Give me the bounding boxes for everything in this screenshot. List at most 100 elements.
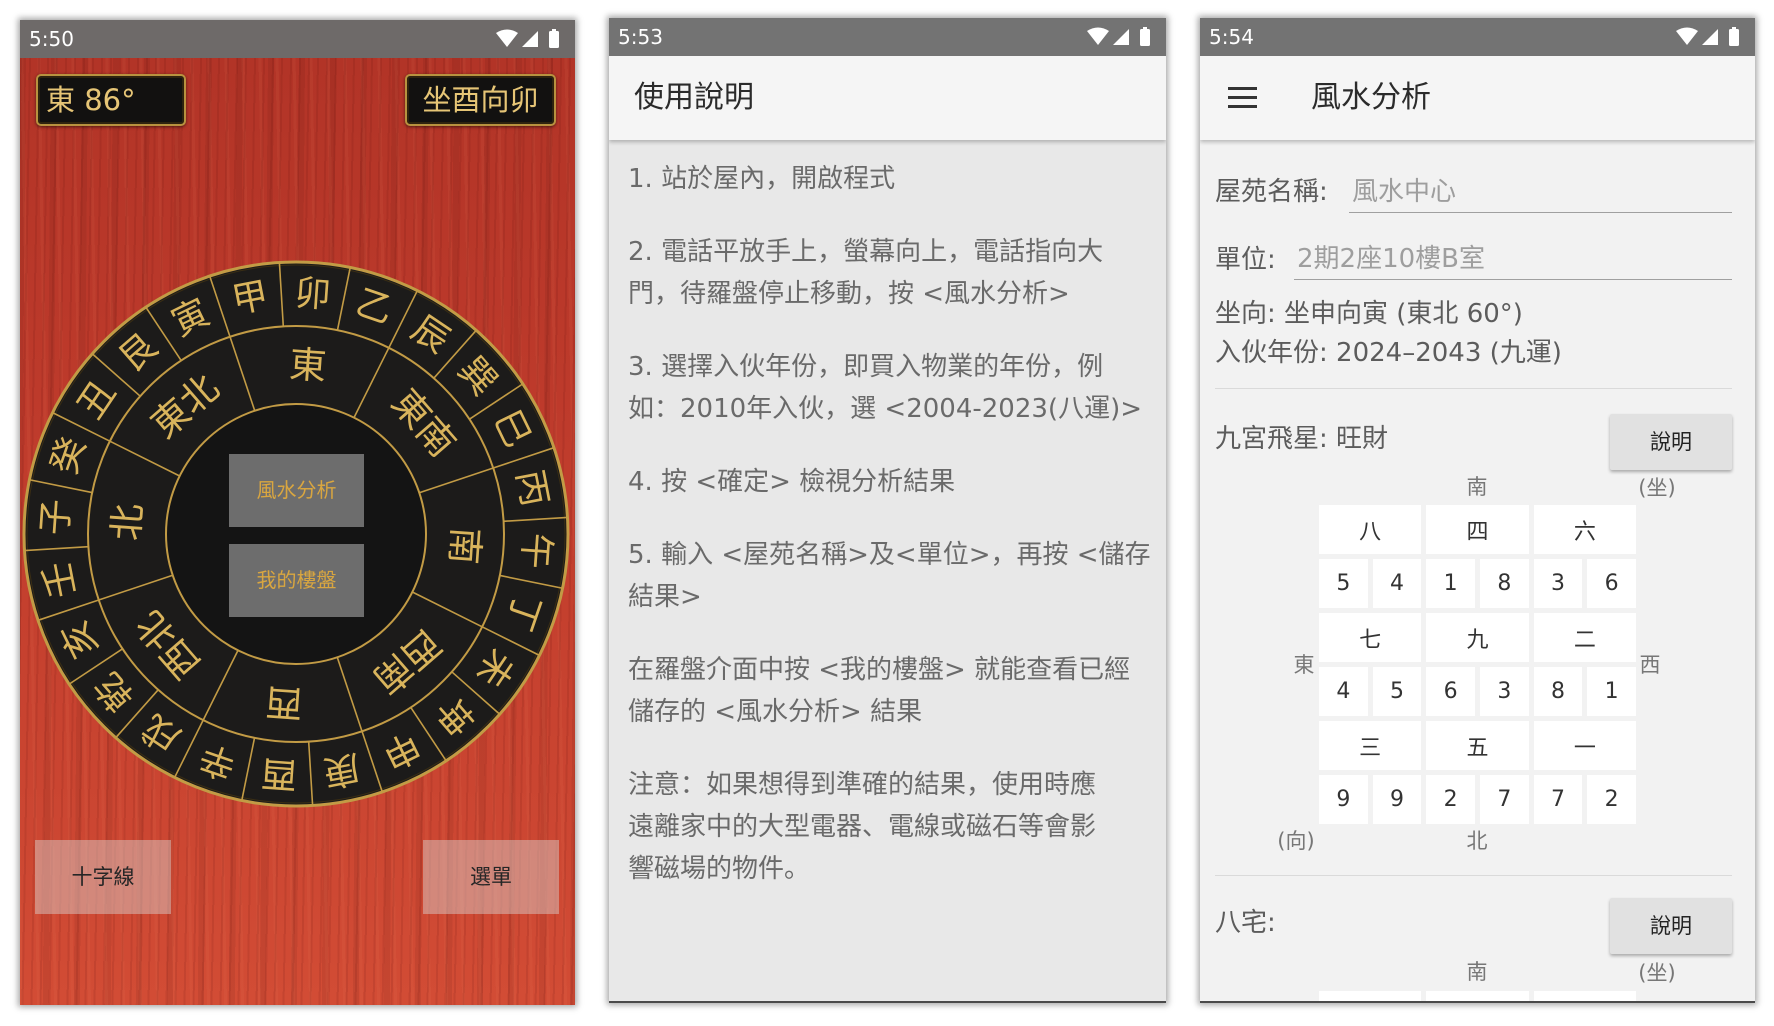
help-content[interactable]: 1. 站於屋內，開啟程式 2. 電話平放手上，螢幕向上，電話指向大 門，待羅盤停… [609,140,1166,1001]
signal-icon [522,31,538,47]
grid-label-north: 北 [1466,829,1488,853]
palace-cell [1426,991,1529,1001]
help-paragraph: 3. 選擇入伙年份，即買入物業的年份，例 如：2010年入伙，選 <2004-2… [628,346,1166,430]
help-line: 如：2010年入伙，選 <2004-2023(八運)> [628,394,1143,424]
status-bar: 5:50 [20,20,575,58]
water-star: 2 [1587,775,1636,824]
status-bar: 5:54 [1200,18,1755,56]
water-star: 8 [1480,559,1529,608]
menu-bar-line [1228,87,1257,90]
compass-screen: 5:50 東 86° 坐酉向卯 子癸丑艮寅甲卯乙辰巽巳丙午丁未坤申庚酉辛戌乾亥壬… [20,20,575,1005]
eight-mansions-help-button[interactable]: 說明 [1610,898,1732,954]
sitting-facing-display: 坐酉向卯 [405,74,556,126]
help-line: 響磁場的物件。 [628,854,811,884]
flying-star-grid: 八四六541836七九二456381三五一992772 [1319,505,1636,824]
my-property-button[interactable]: 我的樓盤 [229,544,364,617]
help-line: 3. 選擇入伙年份，即買入物業的年份，例 [628,352,1104,382]
unit-input[interactable] [1294,238,1732,280]
mountain-star: 2 [1426,775,1475,824]
mountain-star: 8 [1533,667,1583,716]
help-paragraph: 5. 輸入 <屋苑名稱>及<單位>，再按 <儲存 結果> [628,534,1166,618]
water-star: 7 [1480,775,1529,824]
feng-shui-analysis-button[interactable]: 風水分析 [229,454,364,527]
eight-mansions-title: 八宅: [1215,908,1276,938]
help-line: 遠離家中的大型電器、電線或磁石等會影 [628,812,1097,842]
mountain-star: 9 [1319,775,1368,824]
page-title: 使用說明 [634,80,754,115]
menu-button[interactable]: 選單 [423,840,559,914]
menu-bar-line [1228,96,1257,99]
palace-name: 七 [1319,613,1422,662]
status-icons [1087,27,1150,46]
battery-icon [549,29,559,48]
help-line: 門，待羅盤停止移動，按 <風水分析> [628,279,1070,309]
help-screen: 5:53 使用說明 1. 站於屋內，開啟程式 2. 電話平放手上，螢幕向上，電話… [609,18,1166,1003]
help-line: 儲存的 <風水分析> 結果 [628,697,923,727]
eight-mansions-grid [1319,991,1636,1001]
help-line: 5. 輸入 <屋苑名稱>及<單位>，再按 <儲存 [628,540,1151,570]
flying-stars-title: 九宮飛星: 旺財 [1215,424,1389,454]
palace-name: 八 [1319,505,1422,554]
heading-display: 東 86° [36,74,186,126]
grid-label-east: 東 [1293,653,1315,677]
grid-label-facing: (向) [1277,829,1315,853]
water-star: 9 [1372,775,1422,824]
help-paragraph: 在羅盤介面中按 <我的樓盤> 就能查看已經 儲存的 <風水分析> 結果 [628,649,1166,733]
status-time: 5:50 [29,27,74,51]
status-icons [496,29,559,48]
palace-name: 二 [1533,613,1636,662]
help-paragraph: 1. 站於屋內，開啟程式 [628,158,1166,200]
grid-label-south: 南 [1466,960,1488,984]
status-time: 5:53 [618,25,663,49]
help-line: 注意：如果想得到準確的結果，使用時應 [628,770,1097,800]
help-line: 1. 站於屋內，開啟程式 [628,164,896,194]
water-star: 4 [1372,559,1422,608]
move-in-year-text: 入伙年份: 2024–2043 (九運) [1215,338,1562,368]
wifi-icon [496,29,518,47]
water-star: 3 [1480,667,1529,716]
flying-stars-help-button[interactable]: 說明 [1610,414,1732,470]
wifi-icon [1676,27,1698,45]
palace-cell [1319,991,1422,1001]
help-line: 結果> [628,582,702,612]
help-paragraph: 2. 電話平放手上，螢幕向上，電話指向大 門，待羅盤停止移動，按 <風水分析> [628,231,1166,315]
help-line: 在羅盤介面中按 <我的樓盤> 就能查看已經 [628,655,1131,685]
palace-name: 九 [1426,613,1529,662]
palace-name: 五 [1426,721,1529,770]
status-time: 5:54 [1209,25,1254,49]
unit-label: 單位: [1215,245,1276,275]
app-bar: 使用說明 [609,56,1166,140]
section-divider [1215,388,1732,389]
section-divider [1215,875,1732,876]
water-star: 5 [1372,667,1422,716]
menu-bar-line [1228,105,1257,108]
palace-name: 三 [1319,721,1422,770]
app-bar: 風水分析 [1200,56,1755,140]
mountain-star: 5 [1319,559,1368,608]
mountain-label: 卯 [293,273,332,316]
page-title: 風水分析 [1311,80,1431,115]
signal-icon [1113,29,1129,45]
wifi-icon [1087,27,1109,45]
battery-icon [1729,27,1739,46]
estate-name-label: 屋苑名稱: [1215,177,1328,207]
luopan-compass: 子癸丑艮寅甲卯乙辰巽巳丙午丁未坤申庚酉辛戌乾亥壬北東北東東南南西南西西北 [22,260,570,808]
mountain-star: 4 [1319,667,1368,716]
estate-name-input[interactable] [1349,171,1732,213]
mountain-star: 3 [1533,559,1583,608]
help-paragraph: 4. 按 <確定> 檢視分析結果 [628,461,1166,503]
direction-label: 東 [288,343,328,388]
crosshair-button[interactable]: 十字線 [35,840,171,914]
palace-name: 四 [1426,505,1529,554]
status-bar: 5:53 [609,18,1166,56]
palace-cell [1533,991,1636,1001]
hamburger-menu-icon[interactable] [1228,87,1257,109]
mountain-label: 庚 [320,746,363,793]
palace-name: 六 [1533,505,1636,554]
mountain-label: 酉 [260,752,299,795]
mountain-star: 1 [1426,559,1475,608]
palace-name: 一 [1533,721,1636,770]
mountain-label: 甲 [229,275,272,322]
grid-label-sitting: (坐) [1638,476,1676,500]
direction-label: 北 [105,502,150,542]
